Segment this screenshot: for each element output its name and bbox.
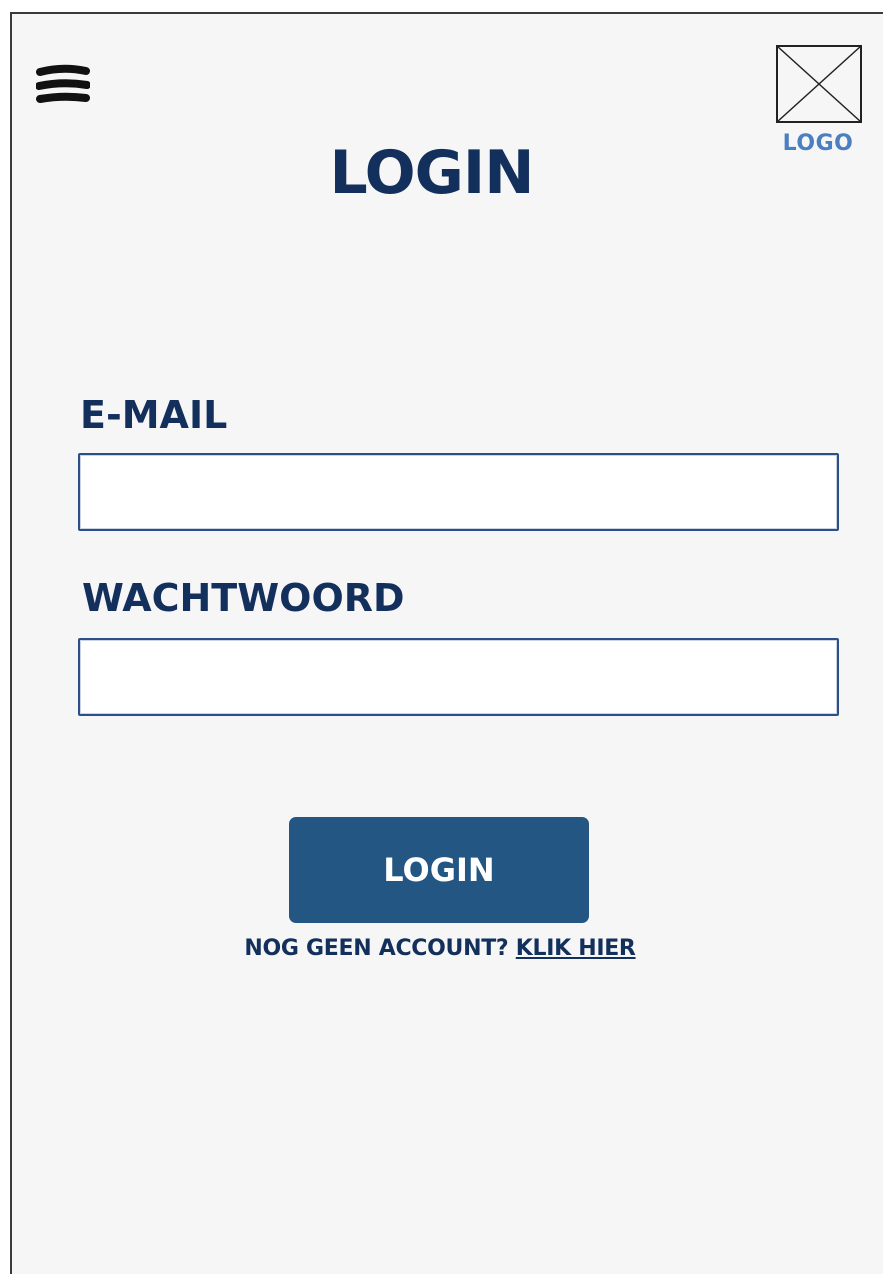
email-label: E-MAIL	[80, 393, 228, 437]
signup-prompt-text: NOG GEEN ACCOUNT?	[244, 936, 509, 961]
page-title: LOGIN	[329, 138, 535, 208]
password-label: WACHTWOORD	[82, 576, 405, 620]
logo-placeholder-icon	[776, 45, 862, 123]
signup-link[interactable]: KLIK HIER	[516, 936, 636, 961]
email-field[interactable]	[78, 453, 839, 531]
login-button[interactable]: LOGIN	[289, 817, 589, 923]
signup-prompt-line: NOG GEEN ACCOUNT? KLIK HIER	[0, 936, 880, 961]
password-field[interactable]	[78, 638, 839, 716]
hamburger-menu-icon[interactable]	[35, 64, 91, 108]
